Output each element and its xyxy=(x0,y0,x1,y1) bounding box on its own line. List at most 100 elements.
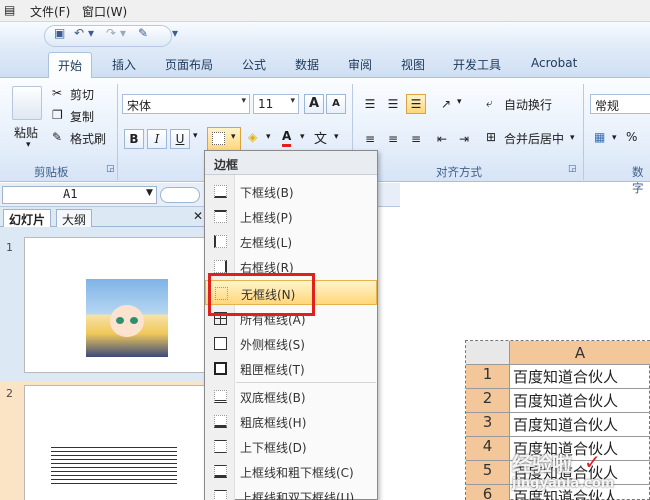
paste-dropdown-icon[interactable]: ▾ xyxy=(26,140,31,150)
slide-thumbnail-1[interactable] xyxy=(24,237,206,373)
merge-center-button[interactable]: 合并后居中 xyxy=(504,130,564,147)
slide-thumbnail-2[interactable] xyxy=(24,385,206,500)
select-all-corner[interactable] xyxy=(466,341,510,365)
menu-item-bottom-double-border[interactable]: 双底框线(B) xyxy=(205,384,377,409)
accounting-format-icon[interactable]: ▦ xyxy=(594,130,605,144)
highlight-annotation-box xyxy=(208,273,315,316)
fill-color-icon[interactable]: ◈ xyxy=(248,130,257,144)
paste-icon[interactable] xyxy=(12,86,42,120)
wrap-text-button[interactable]: 自动换行 xyxy=(504,96,552,113)
format-painter-button[interactable]: 格式刷 xyxy=(70,130,106,147)
border-icon xyxy=(212,132,225,145)
column-header-a[interactable]: A xyxy=(510,341,650,365)
row-header[interactable]: 6 xyxy=(466,485,510,500)
slide-number: 1 xyxy=(6,241,13,254)
merge-dropdown-icon[interactable]: ▾ xyxy=(570,133,575,143)
shrink-font-button[interactable]: A xyxy=(326,94,346,114)
clipboard-launcher-icon[interactable]: ◲ xyxy=(106,164,115,174)
orientation-dropdown-icon[interactable]: ▾ xyxy=(457,97,462,107)
align-left-icon[interactable]: ≡ xyxy=(360,129,380,149)
bold-button[interactable]: B xyxy=(124,129,144,149)
menu-item-top-thick-bottom-border[interactable]: 上框线和粗下框线(C) xyxy=(205,459,377,484)
row-header[interactable]: 2 xyxy=(466,389,510,413)
fill-dropdown-icon[interactable]: ▾ xyxy=(266,132,271,142)
border-button[interactable]: ▾ xyxy=(207,127,241,151)
name-box-dropdown-icon[interactable]: ▼ xyxy=(146,188,153,198)
menu-separator xyxy=(236,382,376,383)
tab-review[interactable]: 审阅 xyxy=(348,56,372,73)
underline-dropdown-icon[interactable]: ▾ xyxy=(193,131,198,141)
align-right-icon[interactable]: ≡ xyxy=(406,129,426,149)
row-header[interactable]: 5 xyxy=(466,461,510,485)
phonetic-guide-button[interactable]: 文 xyxy=(314,128,327,147)
table-cell[interactable]: 百度知道合伙人 xyxy=(510,413,650,437)
menu-item-left-border[interactable]: 左框线(L) xyxy=(205,229,377,254)
grow-font-button[interactable]: A xyxy=(304,94,324,114)
font-color-button[interactable]: A xyxy=(282,128,292,147)
menu-item-outside-borders[interactable]: 外侧框线(S) xyxy=(205,331,377,356)
alignment-launcher-icon[interactable]: ◲ xyxy=(568,164,577,174)
menu-item-thick-box-border[interactable]: 粗匣框线(T) xyxy=(205,356,377,381)
name-box[interactable]: A1 xyxy=(2,186,157,204)
menu-item-thick-bottom-border[interactable]: 粗底框线(H) xyxy=(205,409,377,434)
paste-button[interactable]: 粘贴 xyxy=(14,124,38,141)
slide-number: 2 xyxy=(6,387,13,400)
align-center-icon[interactable]: ≡ xyxy=(383,129,403,149)
font-size-value: 11 xyxy=(258,97,274,111)
table-cell[interactable]: 百度知道合伙人 xyxy=(510,389,650,413)
undo-icon[interactable]: ↶ xyxy=(74,26,84,40)
tab-data[interactable]: 数据 xyxy=(295,56,319,73)
menu-item-label: 上框线和双下框线(U) xyxy=(240,491,355,500)
align-middle-icon[interactable]: ☰ xyxy=(383,94,403,114)
cut-button[interactable]: 剪切 xyxy=(70,86,94,103)
font-color-dropdown-icon[interactable]: ▾ xyxy=(300,132,305,142)
left-border-icon xyxy=(214,235,227,248)
tab-formulas[interactable]: 公式 xyxy=(242,56,266,73)
save-icon[interactable]: ▣ xyxy=(54,26,65,40)
align-top-icon[interactable]: ☰ xyxy=(360,94,380,114)
menu-item-top-double-bottom-border[interactable]: 上框线和双下框线(U) xyxy=(205,484,377,500)
tab-acrobat[interactable]: Acrobat xyxy=(531,56,577,70)
row-header[interactable]: 1 xyxy=(466,365,510,389)
accounting-dropdown-icon[interactable]: ▾ xyxy=(612,133,617,143)
close-icon[interactable]: ✕ xyxy=(193,209,203,223)
tab-page-layout[interactable]: 页面布局 xyxy=(165,56,213,73)
customize-qat-icon[interactable]: ▾ xyxy=(172,26,178,40)
row-header[interactable]: 3 xyxy=(466,413,510,437)
table-cell[interactable]: 百度知道合伙人 xyxy=(510,365,650,389)
underline-button[interactable]: U xyxy=(170,129,190,149)
menu-item-bottom-border[interactable]: 下框线(B) xyxy=(205,179,377,204)
font-size-combo[interactable]: 11 ▾ xyxy=(253,94,299,114)
thick-box-border-icon xyxy=(214,362,227,375)
decrease-indent-icon[interactable]: ⇤ xyxy=(432,129,452,149)
border-dropdown-icon: ▾ xyxy=(231,132,236,142)
tab-slides[interactable]: 幻灯片 xyxy=(3,209,52,227)
font-name-combo[interactable]: 宋体 ▾ xyxy=(122,94,250,114)
tab-developer[interactable]: 开发工具 xyxy=(453,56,501,73)
menu-item-top-bottom-border[interactable]: 上下框线(D) xyxy=(205,434,377,459)
redo-icon[interactable]: ↷ xyxy=(106,26,116,40)
orientation-icon[interactable]: ↗ xyxy=(436,94,456,114)
percent-style-icon[interactable]: % xyxy=(626,130,637,144)
tab-outline[interactable]: 大纲 xyxy=(56,209,93,227)
align-bottom-icon[interactable]: ☰ xyxy=(406,94,426,114)
formula-divider-handle[interactable] xyxy=(160,187,200,203)
watermark: 经验啦 ✓ jingyanla.com xyxy=(508,448,648,500)
menu-file[interactable]: 文件(F) xyxy=(30,3,70,20)
phonetic-dropdown-icon[interactable]: ▾ xyxy=(334,132,339,142)
right-border-icon xyxy=(214,260,227,273)
menu-item-top-border[interactable]: 上框线(P) xyxy=(205,204,377,229)
row-header[interactable]: 4 xyxy=(466,437,510,461)
format-painter-icon[interactable]: ✎ xyxy=(138,26,148,40)
tab-insert[interactable]: 插入 xyxy=(112,56,136,73)
menu-window[interactable]: 窗口(W) xyxy=(82,3,127,20)
number-format-combo[interactable]: 常规 xyxy=(590,94,650,114)
redo-dropdown-icon[interactable]: ▾ xyxy=(120,26,126,40)
menu-bar: ▤ 文件(F) 窗口(W) xyxy=(0,0,650,22)
increase-indent-icon[interactable]: ⇥ xyxy=(454,129,474,149)
undo-dropdown-icon[interactable]: ▾ xyxy=(88,26,94,40)
tab-home[interactable]: 开始 xyxy=(48,52,93,79)
copy-button[interactable]: 复制 xyxy=(70,108,94,125)
italic-button[interactable]: I xyxy=(147,129,167,149)
tab-view[interactable]: 视图 xyxy=(401,56,425,73)
